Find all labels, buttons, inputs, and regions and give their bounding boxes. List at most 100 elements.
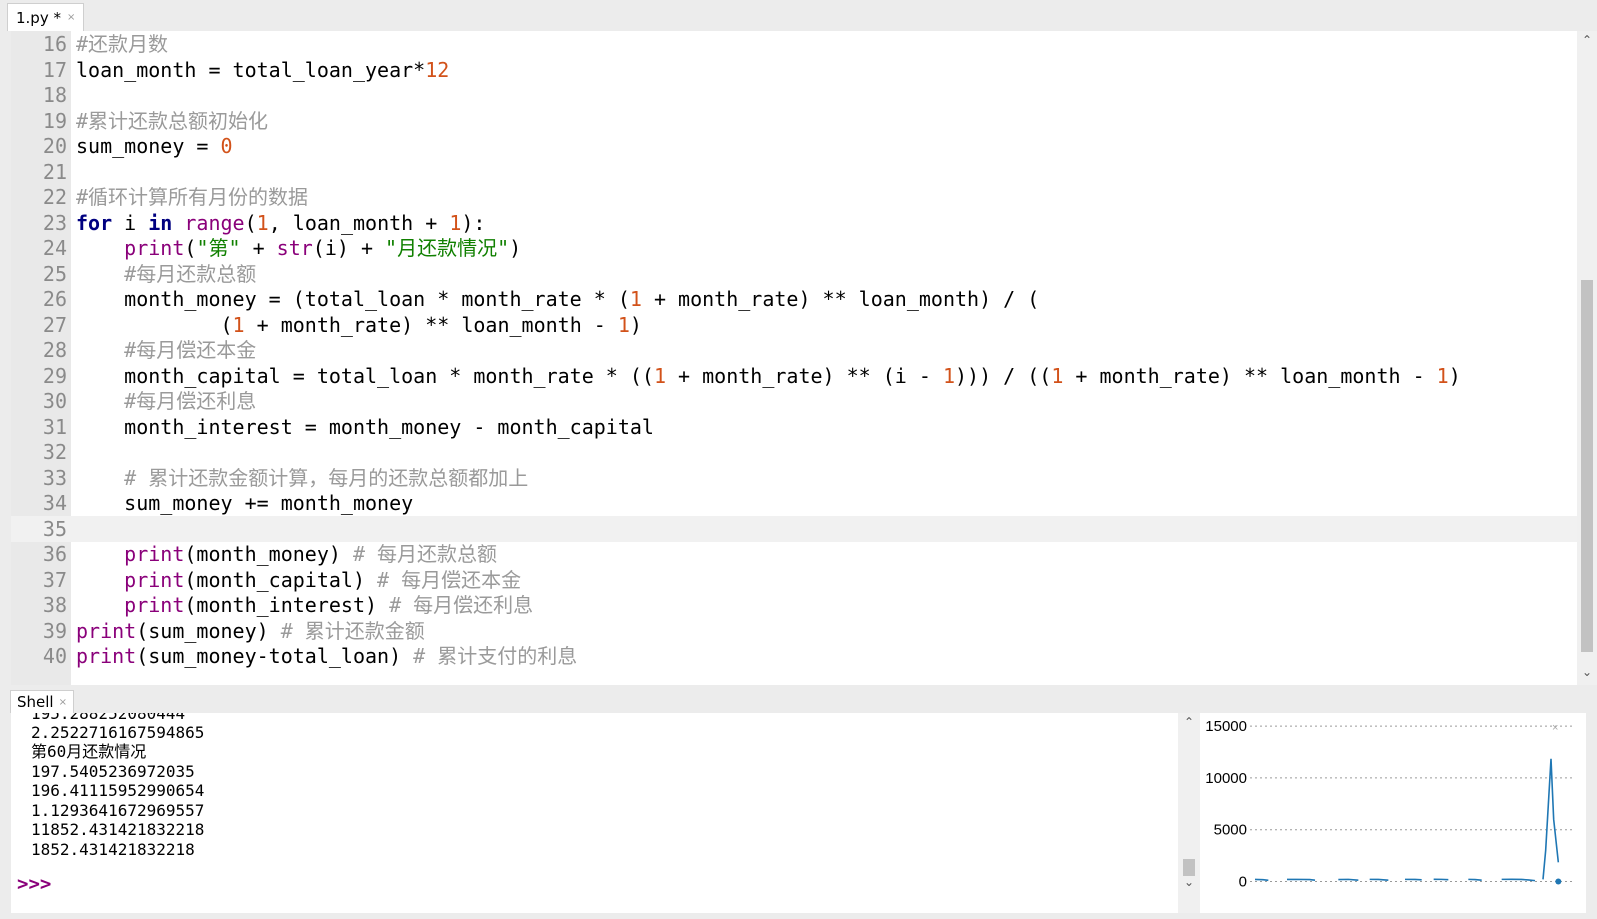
code-line[interactable]: 31 month_interest = month_money - month_… [11, 414, 1585, 440]
y-tick-label: 10000 [1205, 770, 1247, 787]
tab-shell[interactable]: Shell × [10, 690, 74, 713]
y-tick-label: 5000 [1214, 822, 1247, 839]
code-token: i [112, 210, 149, 235]
plotter-close-icon[interactable]: × [1552, 722, 1558, 734]
series-line [1369, 878, 1389, 882]
code-token: 1 [617, 312, 630, 337]
code-line[interactable]: 24 print("第" + str(i) + "月还款情况") [11, 235, 1585, 261]
code-line[interactable]: 33 # 累计还款金额计算，每月的还款总额都加上 [11, 465, 1585, 491]
line-number: 21 [42, 159, 67, 184]
editor-scroll-thumb[interactable] [1581, 280, 1593, 652]
code-text: # 累计还款金额计算，每月的还款总额都加上 [76, 465, 528, 491]
code-text: (1 + month_rate) ** loan_month - 1) [76, 312, 641, 338]
line-number: 26 [42, 287, 67, 311]
line-number: 17 [42, 57, 67, 82]
code-line[interactable]: 39 print(sum_money) # 累计还款金额 [11, 618, 1585, 644]
code-line[interactable]: 21 [11, 159, 1585, 185]
tab-1-py[interactable]: 1.py * × [7, 3, 85, 31]
code-line[interactable]: 36 print(month_money) # 每月还款总额 [11, 541, 1585, 567]
code-token: 1 [256, 210, 269, 235]
code-token: sum_money = [76, 134, 221, 158]
code-token: print [76, 618, 137, 643]
code-line[interactable]: 32 [11, 439, 1585, 465]
code-token: ( [244, 210, 257, 235]
code-text: month_interest = month_money - month_cap… [76, 414, 654, 440]
code-text: print(month_capital) # 每月偿还本金 [76, 567, 521, 593]
series-line [1468, 878, 1482, 882]
code-token: , loan_month + [268, 210, 450, 235]
code-text: #累计还款总额初始化 [76, 108, 268, 134]
code-line[interactable]: 38 print(month_interest) # 每月偿还利息 [11, 592, 1585, 618]
shell-line: 197.5405236972035 [31, 762, 195, 781]
code-line[interactable]: 26 month_money = (total_loan * month_rat… [11, 286, 1585, 312]
code-token: "月还款情况" [385, 236, 510, 260]
scroll-up-icon[interactable]: ⌃ [1577, 33, 1597, 47]
tab-close-icon[interactable]: × [67, 12, 75, 23]
code-line[interactable]: 34 sum_money += month_money [11, 490, 1585, 516]
code-token: for [76, 210, 113, 235]
shell-line: 第60月还款情况 [31, 742, 147, 761]
shell-scroll-thumb[interactable] [1183, 859, 1195, 876]
code-token: ( [76, 312, 233, 337]
code-line[interactable]: 28 #每月偿还本金 [11, 337, 1585, 363]
code-line[interactable]: 23 for i in range(1, loan_month + 1): [11, 210, 1585, 236]
code-line[interactable]: 37 print(month_capital) # 每月偿还本金 [11, 567, 1585, 593]
code-token: print [124, 593, 185, 617]
y-tick-label: 15000 [1205, 718, 1247, 735]
code-line[interactable]: 19 #累计还款总额初始化 [11, 108, 1585, 134]
shell-line: 1.1293641672969557 [31, 801, 205, 820]
code-line[interactable]: 17 loan_month = total_loan_year*12 [11, 57, 1585, 83]
code-editor[interactable]: 16 #还款月数 17 loan_month = total_loan_year*12… [11, 31, 1597, 685]
scroll-down-icon[interactable]: ⌄ [1577, 665, 1597, 679]
code-token: 1 [1436, 363, 1449, 388]
code-line[interactable]: 35 [11, 515, 1585, 542]
code-line[interactable]: 16 #还款月数 [11, 31, 1585, 57]
shell-output[interactable]: 195.288252080444 2.2522716167594865 第60月… [11, 713, 1178, 913]
code-token: + month_rate) ** loan_month) / ( [641, 287, 1040, 311]
code-token: print [124, 236, 185, 260]
code-line[interactable]: 27 (1 + month_rate) ** loan_month - 1) [11, 312, 1585, 338]
line-number: 20 [42, 134, 67, 158]
code-token: month_capital = total_loan * month_rate … [76, 363, 654, 388]
code-line[interactable]: 30 #每月偿还利息 [11, 388, 1585, 414]
code-line[interactable]: 25 #每月还款总额 [11, 261, 1585, 287]
code-token: #每月偿还本金 [124, 338, 257, 362]
shell-scroll-up-icon[interactable]: ⌃ [1178, 715, 1200, 729]
shell-scroll-down-icon[interactable]: ⌄ [1178, 875, 1200, 889]
code-text: #循环计算所有月份的数据 [76, 184, 308, 210]
code-token: #累计还款总额初始化 [76, 108, 269, 133]
series-line [1254, 878, 1269, 882]
code-token: # 累计还款金额 [280, 618, 425, 643]
code-token: (sum_money) [136, 618, 281, 643]
series-line [1501, 878, 1536, 882]
line-number: 24 [42, 236, 67, 260]
shell-line: 11852.431421832218 [31, 820, 205, 839]
code-text: #每月偿还利息 [76, 388, 256, 414]
line-number: 34 [42, 491, 67, 515]
code-token: print [124, 567, 185, 592]
shell-tab-close-icon[interactable]: × [59, 697, 67, 708]
code-token: str [276, 236, 313, 260]
code-line[interactable]: 22 #循环计算所有月份的数据 [11, 184, 1585, 210]
line-number: 33 [42, 465, 67, 490]
line-number: 38 [42, 593, 67, 617]
shell-line: 2.2522716167594865 [31, 723, 205, 742]
shell-vertical-scrollbar[interactable]: ⌃ ⌄ [1178, 713, 1200, 913]
code-token: print [124, 542, 185, 566]
shell-prompt[interactable]: >>> [17, 873, 51, 895]
code-line[interactable]: 18 [11, 82, 1585, 108]
code-token: # 每月还款总额 [352, 542, 498, 566]
code-line[interactable]: 40 print(sum_money-total_loan) # 累计支付的利息 [11, 643, 1585, 669]
editor-vertical-scrollbar[interactable]: ⌃ ⌄ [1577, 31, 1597, 685]
code-line[interactable]: 29 month_capital = total_loan * month_ra… [11, 363, 1585, 389]
last-point-marker [1555, 878, 1562, 885]
code-token: (month_interest) [184, 593, 390, 617]
code-line[interactable]: 20 sum_money = 0 [11, 133, 1585, 159]
code-token: ))) / (( [955, 363, 1052, 388]
series-line [1542, 758, 1560, 880]
code-token: (month_money) [184, 542, 353, 566]
